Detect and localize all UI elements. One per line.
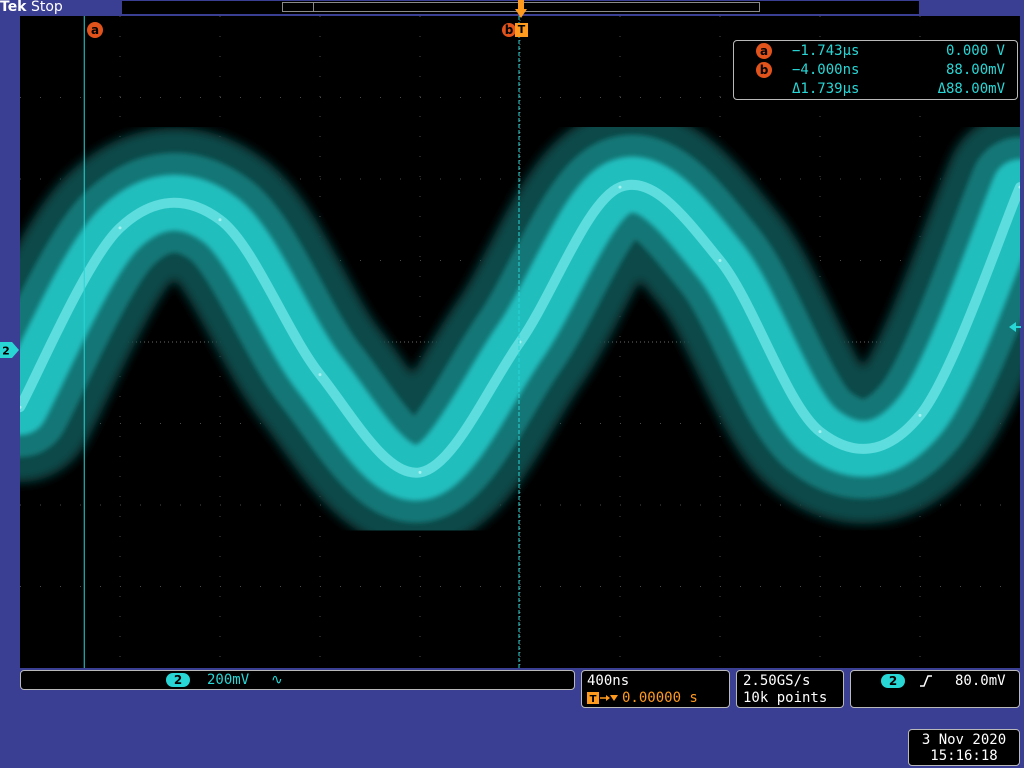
trigger-position-marker[interactable]: T — [515, 23, 528, 37]
trigger-position-icon: T — [587, 690, 618, 706]
horizontal-readout[interactable]: 400ns T 0.00000 s — [581, 670, 730, 708]
trigger-level-arrow-icon[interactable] — [1009, 318, 1021, 332]
cursor-b-voltage: 88.00mV — [945, 62, 1005, 78]
horizontal-scale: 400ns — [587, 673, 630, 689]
cursor-a-handle[interactable]: a — [87, 22, 103, 38]
channel-2-scale: 200mV — [207, 672, 250, 688]
cursor-a-time: −1.743µs — [792, 43, 860, 59]
trigger-level: 80.0mV — [955, 673, 1006, 689]
record-length: 10k points — [743, 690, 828, 706]
trace-sample-point — [118, 226, 122, 230]
cursor-readout-panel: a −1.743µs 0.000 V b −4.000ns 88.00mV Δ1… — [733, 40, 1018, 100]
readout-cursor-b-letter: b — [759, 63, 769, 77]
waveform-display[interactable] — [0, 16, 1024, 668]
acquisition-readout[interactable]: 2.50GS/s 10k points — [736, 670, 844, 708]
trigger-readout[interactable]: 2 80.0mV — [850, 670, 1020, 708]
readout-cursor-a-letter: a — [759, 44, 769, 58]
trigger-point-icon — [515, 0, 527, 20]
cursor-b-handle[interactable]: b — [502, 23, 516, 37]
cursor-b-label: b — [504, 23, 514, 37]
cursor-a-label: a — [90, 23, 100, 37]
trace-sample-point — [318, 373, 322, 377]
time-label: 15:16:18 — [930, 748, 998, 764]
channel-2-ground-marker[interactable]: 2 — [0, 342, 20, 358]
channel-2-readout[interactable]: 2 200mV ∿ — [20, 670, 575, 690]
readout-cursor-a-icon: a — [756, 43, 772, 59]
waveform-graticule — [0, 16, 1024, 668]
run-state-label: Tek Stop — [0, 0, 63, 15]
trigger-position-value: 0.00000 s — [622, 690, 698, 706]
datetime-readout[interactable]: 3 Nov 2020 15:16:18 — [908, 729, 1020, 766]
trace-sample-point — [918, 413, 922, 417]
trigger-position-label: T — [517, 23, 526, 36]
trace-sample-point — [818, 430, 822, 434]
cursor-a-voltage: 0.000 V — [945, 43, 1005, 59]
date-label: 3 Nov 2020 — [921, 732, 1007, 748]
channel-2-ground-label: 2 — [2, 345, 10, 358]
sample-rate: 2.50GS/s — [743, 673, 811, 689]
acquisition-state: Stop — [30, 0, 63, 15]
readout-cursor-b-icon: b — [756, 62, 772, 78]
cursor-delta-time: Δ1.739µs — [792, 81, 860, 97]
trace-sample-point — [418, 470, 422, 474]
record-view-cursor-mark — [313, 2, 314, 12]
cursor-b-time: −4.000ns — [792, 62, 860, 78]
bandwidth-limit-icon: ∿ — [271, 672, 283, 688]
trace-sample-point — [618, 185, 622, 189]
brand-label: Tek — [0, 0, 27, 15]
cursor-delta-voltage: Δ88.00mV — [937, 81, 1005, 97]
trace-sample-point — [218, 218, 222, 222]
trigger-source-badge: 2 — [881, 674, 905, 688]
svg-text:T: T — [590, 694, 597, 705]
rising-edge-icon — [919, 673, 933, 689]
status-bar: Tek Stop — [0, 0, 1024, 16]
trace-sample-point — [718, 259, 722, 262]
channel-2-badge: 2 — [166, 673, 190, 687]
channel-2-trace — [0, 109, 1024, 548]
